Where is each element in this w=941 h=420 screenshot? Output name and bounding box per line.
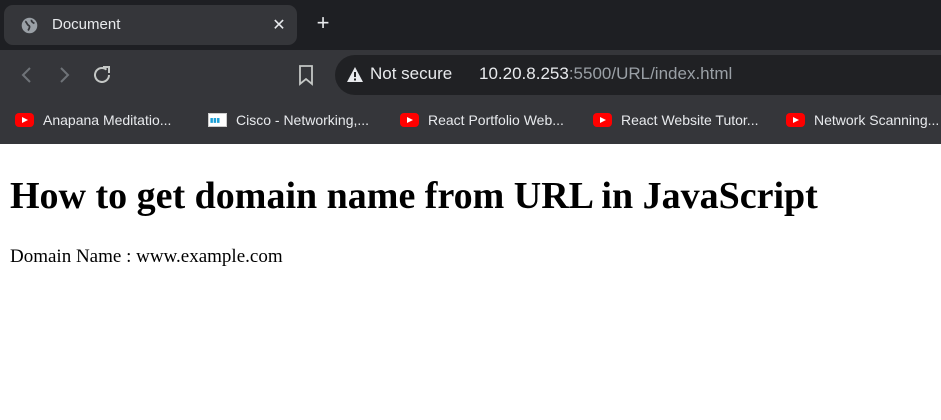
back-icon[interactable]	[15, 63, 39, 87]
bookmark-item[interactable]: ▮▮▮ Cisco - Networking,...	[208, 110, 369, 130]
globe-icon	[21, 17, 38, 34]
youtube-icon	[593, 113, 612, 127]
url-path: :5500/URL/index.html	[568, 64, 733, 83]
tab-title: Document	[52, 16, 121, 33]
bookmark-item[interactable]: React Portfolio Web...	[400, 110, 564, 130]
youtube-icon	[400, 113, 419, 127]
bookmark-label: React Website Tutor...	[621, 112, 759, 128]
tab-close-icon[interactable]: ✕	[269, 15, 289, 35]
forward-icon[interactable]	[52, 63, 76, 87]
bookmark-item[interactable]: React Website Tutor...	[593, 110, 758, 130]
youtube-icon	[15, 113, 34, 127]
warning-icon[interactable]	[346, 66, 364, 84]
youtube-icon	[786, 113, 805, 127]
browser-tab[interactable]: Document ✕	[4, 5, 297, 45]
url-text[interactable]: 10.20.8.253:5500/URL/index.html	[479, 64, 732, 84]
bookmark-label: Anapana Meditatio...	[43, 112, 172, 128]
bookmark-item[interactable]: Anapana Meditatio...	[15, 110, 171, 130]
bookmark-item[interactable]: Network Scanning...	[786, 110, 939, 130]
bookmark-label: React Portfolio Web...	[428, 112, 564, 128]
reload-icon[interactable]	[90, 63, 114, 87]
new-tab-button[interactable]: +	[312, 12, 334, 34]
url-host: 10.20.8.253	[479, 64, 569, 83]
bookmark-star-icon[interactable]	[296, 64, 316, 86]
tab-strip: Document ✕ +	[0, 0, 941, 50]
security-label[interactable]: Not secure	[370, 64, 452, 84]
domain-name-text: Domain Name : www.example.com	[10, 246, 283, 267]
cisco-icon: ▮▮▮	[208, 113, 227, 127]
bookmark-label: Network Scanning...	[814, 112, 940, 128]
page-heading: How to get domain name from URL in JavaS…	[10, 175, 818, 217]
bookmark-label: Cisco - Networking,...	[236, 112, 370, 128]
